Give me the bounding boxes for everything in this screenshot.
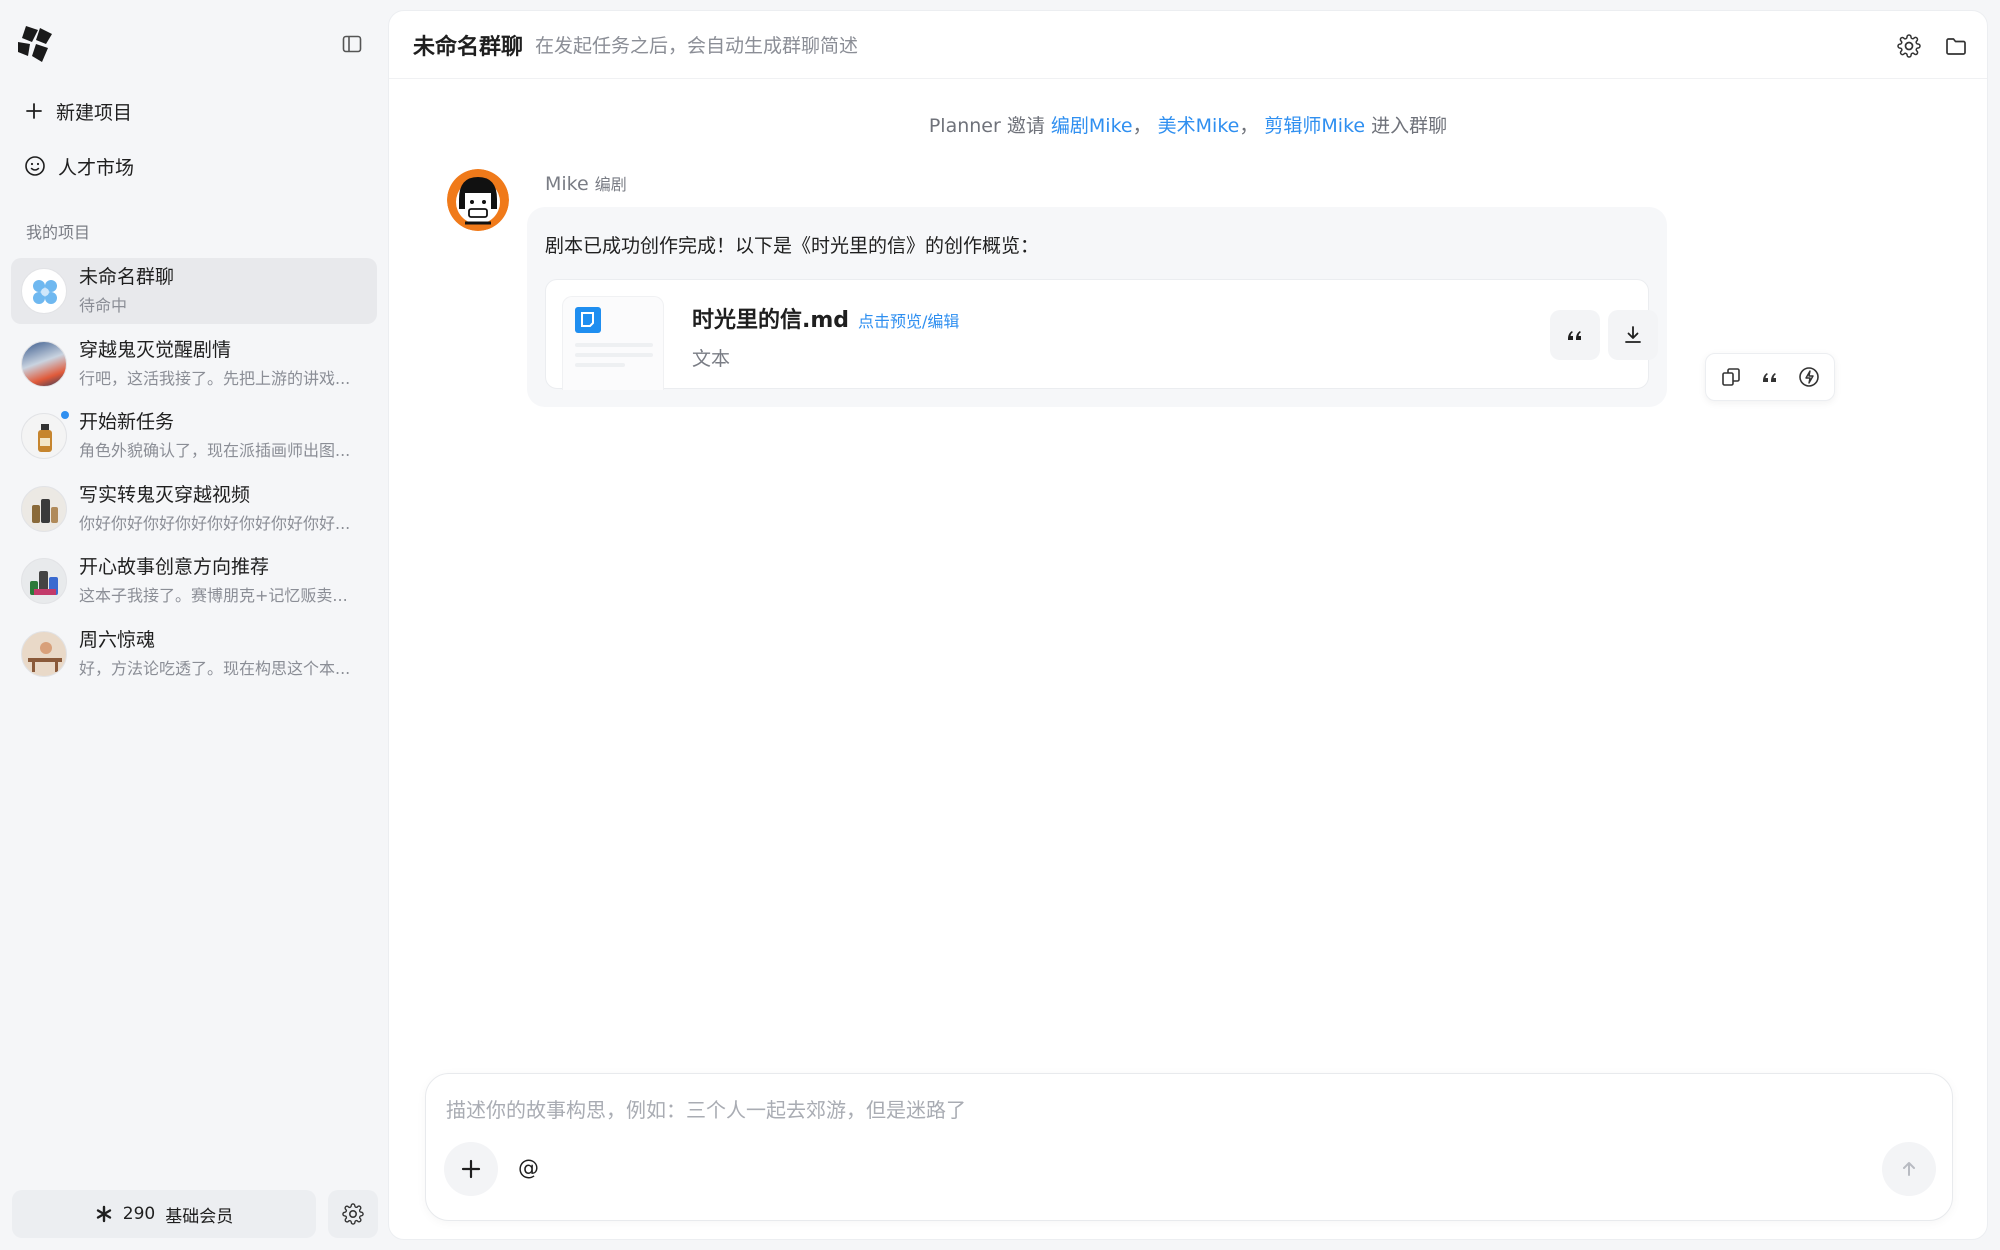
project-list: 未命名群聊 待命中 穿越鬼灭觉醒剧情 行吧，这活我接了。先把上游的讲戏... 开… <box>11 258 377 693</box>
mention-screenwriter[interactable]: 编剧Mike <box>1051 115 1133 137</box>
project-title: 穿越鬼灭觉醒剧情 <box>79 338 232 361</box>
file-name: 时光里的信.md <box>692 308 850 333</box>
message-composer: @ <box>425 1073 1953 1221</box>
preview-edit-link[interactable]: 点击预览/编辑 <box>858 308 959 332</box>
file-card[interactable]: 时光里的信.md 点击预览/编辑 文本 <box>545 279 1658 390</box>
system-invite-note: Planner 邀请 编剧Mike， 美术Mike， 剪辑师Mike 进入群聊 <box>389 111 1987 138</box>
folder-icon[interactable] <box>1943 33 1969 59</box>
chat-panel: 未命名群聊 在发起任务之后，会自动生成群聊简述 Planner 邀请 编剧Mik… <box>388 10 1988 1240</box>
chat-description: 在发起任务之后，会自动生成群聊简述 <box>535 35 859 57</box>
credits-button[interactable]: 290 基础会员 <box>12 1190 316 1238</box>
project-avatar <box>21 558 67 604</box>
new-project-label: 新建项目 <box>56 101 133 124</box>
chat-settings-icon[interactable] <box>1896 33 1922 59</box>
separator: ， <box>1132 115 1152 137</box>
project-subtitle: 这本子我接了。赛博朋克+记忆贩卖... <box>79 586 348 605</box>
chat-title[interactable]: 未命名群聊 <box>413 29 523 61</box>
gear-icon <box>342 1203 364 1225</box>
project-item[interactable]: 未命名群聊 待命中 <box>11 258 377 324</box>
project-subtitle: 角色外貌确认了，现在派插画师出图... <box>79 441 351 460</box>
project-title: 写实转鬼灭穿越视频 <box>79 483 251 506</box>
copy-icon[interactable] <box>1717 363 1745 391</box>
story-input[interactable] <box>446 1090 1926 1130</box>
download-button[interactable] <box>1608 310 1658 360</box>
project-avatar <box>21 413 67 459</box>
project-subtitle: 待命中 <box>79 296 128 315</box>
project-subtitle: 你好你好你好你好你好你好你好你好... <box>79 513 351 533</box>
project-subtitle: 好，方法论吃透了。现在构思这个本... <box>79 658 351 678</box>
message-bubble: 剧本已成功创作完成！以下是《时光里的信》的创作概览： 时光里的信.md 点击预览… <box>527 207 1667 407</box>
arrow-up-icon <box>1903 1162 1915 1176</box>
project-title: 开心故事创意方向推荐 <box>79 556 270 578</box>
author-role: 编剧 <box>594 175 627 194</box>
message-actions <box>1705 353 1835 401</box>
sidebar-footer: 290 基础会员 <box>12 1190 378 1238</box>
mention-artist[interactable]: 美术Mike <box>1158 115 1240 137</box>
download-icon <box>1625 326 1641 343</box>
membership-plan: 基础会员 <box>165 1206 234 1227</box>
chat-header: 未命名群聊 在发起任务之后，会自动生成群聊简述 <box>389 11 1987 79</box>
separator: ， <box>1239 115 1259 137</box>
project-item[interactable]: 周六惊魂 好，方法论吃透了。现在构思这个本... <box>11 621 377 687</box>
quote-icon <box>1568 331 1581 340</box>
message-meta: Mike 编剧 <box>545 171 627 195</box>
my-projects-title: 我的项目 <box>26 223 91 242</box>
project-item[interactable]: 穿越鬼灭觉醒剧情 行吧，这活我接了。先把上游的讲戏... <box>11 331 377 397</box>
sidebar: 新建项目 人才市场 我的项目 未命名群聊 待命中 穿越鬼灭觉醒剧情 行吧，这活我… <box>0 0 388 1250</box>
invite-prefix: Planner 邀请 <box>928 115 1045 137</box>
project-item[interactable]: 开心故事创意方向推荐 这本子我接了。赛博朋克+记忆贩卖... <box>11 548 377 614</box>
sidebar-settings-button[interactable] <box>328 1190 378 1238</box>
author-name: Mike <box>545 173 589 195</box>
file-thumbnail <box>562 296 664 390</box>
author-avatar[interactable] <box>447 169 509 231</box>
talent-market-button[interactable]: 人才市场 <box>24 146 134 186</box>
project-avatar <box>21 485 67 532</box>
message-text: 剧本已成功创作完成！以下是《时光里的信》的创作概览： <box>545 235 1040 257</box>
project-title: 周六惊魂 <box>79 628 156 651</box>
project-avatar <box>21 268 67 314</box>
mention-editor[interactable]: 剪辑师Mike <box>1264 115 1365 137</box>
unread-dot <box>61 411 69 419</box>
file-type: 文本 <box>692 348 731 370</box>
project-title: 未命名群聊 <box>79 266 175 288</box>
app-logo[interactable] <box>14 22 58 66</box>
invite-suffix: 进入群聊 <box>1371 115 1448 137</box>
quote-file-button[interactable] <box>1550 310 1600 360</box>
attach-button[interactable] <box>444 1142 498 1196</box>
asterisk-icon <box>96 1205 111 1223</box>
plus-icon <box>461 1159 481 1179</box>
plus-icon <box>26 103 42 119</box>
project-item[interactable]: 写实转鬼灭穿越视频 你好你好你好你好你好你好你好你好... <box>11 476 377 542</box>
send-button[interactable] <box>1882 1142 1936 1196</box>
mention-button[interactable]: @ <box>518 1156 539 1180</box>
credits-count: 290 <box>122 1204 156 1224</box>
new-project-button[interactable]: 新建项目 <box>24 91 132 131</box>
regenerate-icon[interactable] <box>1795 363 1823 391</box>
sidebar-collapse-icon[interactable] <box>340 32 364 56</box>
smile-icon <box>25 156 45 176</box>
project-avatar <box>21 340 67 387</box>
project-avatar <box>21 630 67 677</box>
project-title: 开始新任务 <box>79 411 175 433</box>
talent-market-label: 人才市场 <box>58 156 135 179</box>
quote-icon[interactable] <box>1756 363 1784 391</box>
project-subtitle: 行吧，这活我接了。先把上游的讲戏... <box>79 368 351 388</box>
